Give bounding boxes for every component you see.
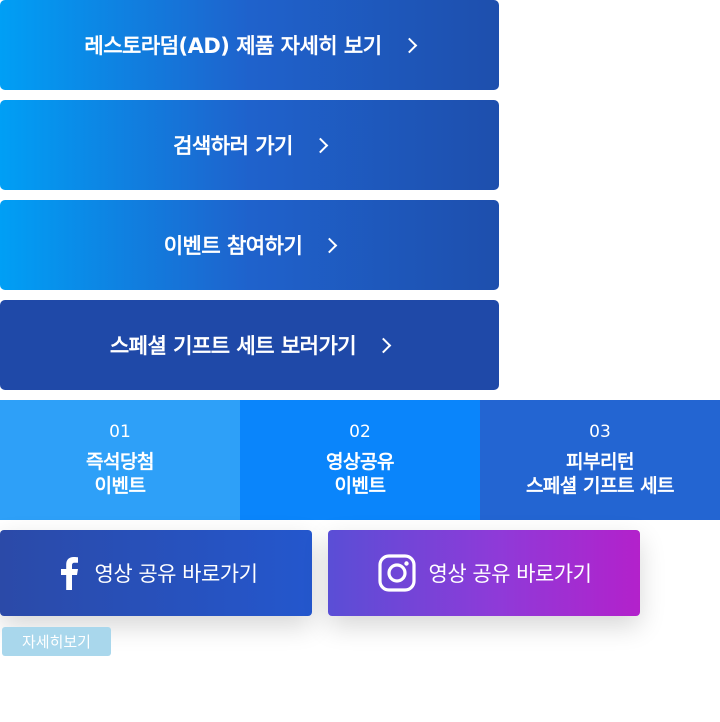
chevron-right-icon	[322, 237, 338, 254]
tab-instant-win-event[interactable]: 01 즉석당첨 이벤트	[0, 400, 240, 520]
button-label: 스페셜 기프트 세트 보러가기	[109, 334, 357, 358]
tab-number: 03	[589, 422, 611, 442]
button-label: 검색하러 가기	[173, 134, 293, 158]
event-join-button[interactable]: 이벤트 참여하기	[0, 200, 499, 290]
special-gift-set-button[interactable]: 스페셜 기프트 세트 보러가기	[0, 300, 499, 390]
event-tabs: 01 즉석당첨 이벤트 02 영상공유 이벤트 03 피부리턴 스페셜 기프트 …	[0, 400, 720, 520]
instagram-icon	[377, 554, 416, 592]
button-label: 이벤트 참여하기	[163, 234, 303, 258]
restoradum-product-detail-button[interactable]: 레스토라덤(AD) 제품 자세히 보기	[0, 0, 499, 90]
tab-title-line1: 피부리턴	[566, 451, 634, 473]
tab-number: 01	[109, 422, 131, 442]
tab-title-line2: 이벤트	[94, 475, 146, 497]
facebook-share-button[interactable]: 영상 공유 바로가기	[0, 530, 312, 616]
facebook-icon	[60, 557, 78, 590]
button-label: 레스토라덤(AD) 제품 자세히 보기	[84, 34, 382, 58]
tab-special-gift-set[interactable]: 03 피부리턴 스페셜 기프트 세트	[480, 400, 720, 520]
view-details-button[interactable]: 자세히보기	[2, 627, 111, 656]
chevron-right-icon	[312, 137, 329, 154]
search-button[interactable]: 검색하러 가기	[0, 100, 499, 190]
tab-title-line1: 영상공유	[326, 451, 394, 473]
tab-video-share-event[interactable]: 02 영상공유 이벤트	[240, 400, 480, 520]
tab-title-line2: 스페셜 기프트 세트	[525, 475, 675, 497]
tab-title-line1: 즉석당첨	[86, 451, 154, 473]
view-details-label: 자세히보기	[21, 633, 91, 651]
tab-title-line2: 이벤트	[334, 475, 386, 497]
instagram-share-label: 영상 공유 바로가기	[428, 562, 592, 586]
chevron-right-icon	[401, 37, 417, 54]
instagram-share-button[interactable]: 영상 공유 바로가기	[328, 530, 640, 616]
facebook-share-label: 영상 공유 바로가기	[94, 562, 258, 586]
chevron-right-icon	[375, 337, 392, 354]
tab-number: 02	[349, 422, 371, 442]
